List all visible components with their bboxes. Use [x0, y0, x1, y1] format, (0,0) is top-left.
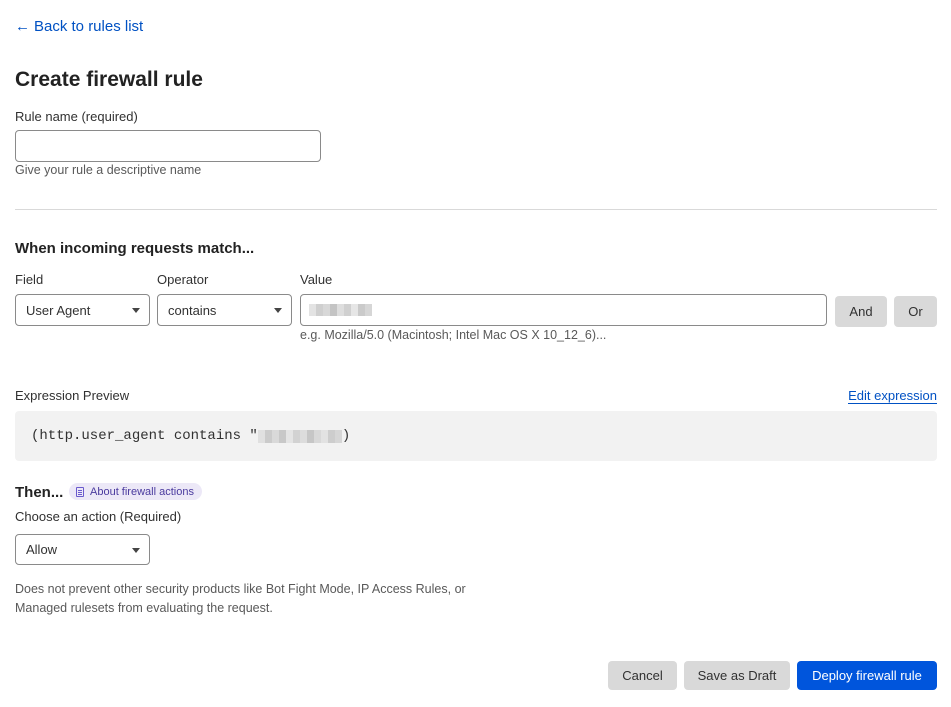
expression-prefix: (http.user_agent contains "	[31, 428, 258, 444]
about-firewall-actions-link[interactable]: About firewall actions	[69, 483, 202, 500]
value-help: e.g. Mozilla/5.0 (Macintosh; Intel Mac O…	[300, 328, 607, 342]
section-divider	[15, 209, 937, 210]
action-description: Does not prevent other security products…	[15, 582, 466, 615]
field-select-value: User Agent	[26, 302, 91, 318]
about-firewall-actions-label: About firewall actions	[90, 485, 194, 498]
action-select[interactable]: Allow	[15, 534, 150, 565]
back-link-label: Back to rules list	[34, 18, 144, 35]
caret-down-icon	[132, 308, 140, 313]
then-title: Then...	[15, 484, 64, 501]
operator-select-value: contains	[168, 302, 217, 318]
expression-preview: (http.user_agent contains " )	[15, 411, 937, 461]
value-input[interactable]	[300, 294, 827, 326]
operator-label: Operator	[157, 272, 209, 287]
document-icon	[76, 486, 84, 497]
expression-preview-label: Expression Preview	[15, 388, 130, 403]
rule-name-input[interactable]	[15, 130, 321, 162]
rule-name-help: Give your rule a descriptive name	[15, 163, 202, 177]
or-button[interactable]: Or	[894, 296, 937, 327]
match-section-title: When incoming requests match...	[15, 240, 255, 257]
redacted-expression-value	[257, 429, 342, 443]
cancel-button[interactable]: Cancel	[608, 661, 677, 690]
action-select-value: Allow	[26, 542, 58, 557]
field-select[interactable]: User Agent	[15, 294, 150, 326]
deploy-firewall-rule-button[interactable]: Deploy firewall rule	[797, 661, 937, 690]
and-button[interactable]: And	[835, 296, 887, 327]
caret-down-icon	[274, 308, 282, 313]
field-label: Field	[15, 272, 44, 287]
save-as-draft-button[interactable]: Save as Draft	[684, 661, 790, 690]
operator-select[interactable]: contains	[157, 294, 292, 326]
redacted-value	[309, 304, 372, 316]
page-title: Create firewall rule	[15, 68, 203, 91]
value-label: Value	[300, 272, 333, 287]
edit-expression-link[interactable]: Edit expression	[848, 388, 937, 404]
arrow-left-icon: ←	[15, 18, 30, 35]
back-to-rules-link[interactable]: ← Back to rules list	[15, 18, 143, 35]
caret-down-icon	[132, 548, 140, 553]
rule-name-label: Rule name (required)	[15, 109, 138, 124]
expression-suffix: )	[341, 428, 351, 444]
choose-action-label: Choose an action (Required)	[15, 509, 182, 524]
